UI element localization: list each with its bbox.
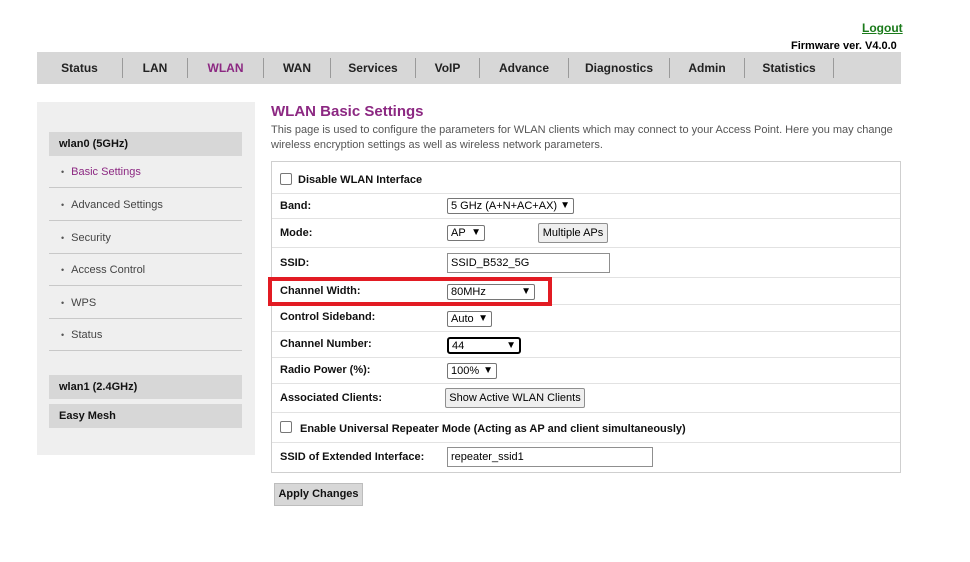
control-sideband-value: Auto bbox=[451, 313, 474, 325]
tab-voip[interactable]: VoIP bbox=[416, 52, 479, 84]
band-value: 5 GHz (A+N+AC+AX) bbox=[451, 200, 558, 212]
radio-power-select[interactable]: 100% ▼ bbox=[447, 363, 497, 379]
tab-diagnostics[interactable]: Diagnostics bbox=[569, 52, 669, 84]
disable-wlan-label: Disable WLAN Interface bbox=[298, 174, 423, 186]
sidebar-item-basic-settings[interactable]: • Basic Settings bbox=[49, 156, 242, 188]
tab-advance[interactable]: Advance bbox=[480, 52, 568, 84]
band-row: Band: 5 GHz (A+N+AC+AX) ▼ bbox=[272, 194, 900, 219]
firmware-version: Firmware ver. V4.0.0 bbox=[791, 40, 897, 52]
tab-status[interactable]: Status bbox=[37, 52, 122, 84]
show-active-clients-button[interactable]: Show Active WLAN Clients bbox=[445, 388, 585, 408]
bullet-icon: • bbox=[61, 330, 65, 340]
sidebar-group-wlan1[interactable]: wlan1 (2.4GHz) bbox=[49, 375, 242, 399]
multiple-aps-button[interactable]: Multiple APs bbox=[538, 223, 608, 243]
control-sideband-select[interactable]: Auto ▼ bbox=[447, 311, 492, 327]
channel-width-select[interactable]: 80MHz ▼ bbox=[447, 284, 535, 300]
ssid-extended-input[interactable]: repeater_ssid1 bbox=[447, 447, 653, 467]
chevron-down-icon: ▼ bbox=[521, 286, 531, 297]
radio-power-row: Radio Power (%): 100% ▼ bbox=[272, 358, 900, 384]
sidebar-group-easy-mesh[interactable]: Easy Mesh bbox=[49, 404, 242, 428]
ssid-label: SSID: bbox=[280, 257, 310, 269]
apply-changes-button[interactable]: Apply Changes bbox=[274, 483, 363, 506]
band-label: Band: bbox=[280, 200, 312, 212]
sidebar-group-wlan0[interactable]: wlan0 (5GHz) bbox=[49, 132, 242, 156]
bullet-icon: • bbox=[61, 298, 65, 308]
chevron-down-icon: ▼ bbox=[483, 365, 493, 376]
sidebar-item-security[interactable]: • Security bbox=[49, 222, 242, 254]
sidebar-item-advanced-settings[interactable]: • Advanced Settings bbox=[49, 189, 242, 221]
sidebar: wlan0 (5GHz) • Basic Settings • Advanced S… bbox=[37, 102, 255, 455]
channel-number-label: Channel Number: bbox=[280, 338, 372, 350]
sidebar-item-wps[interactable]: • WPS bbox=[49, 287, 242, 319]
sidebar-item-label: Advanced Settings bbox=[71, 199, 163, 211]
associated-clients-row: Associated Clients: Show Active WLAN Cli… bbox=[272, 384, 900, 413]
sidebar-item-label: Status bbox=[71, 329, 103, 341]
tab-lan[interactable]: LAN bbox=[123, 52, 187, 84]
bullet-icon: • bbox=[61, 200, 65, 210]
chevron-down-icon: ▼ bbox=[478, 313, 488, 324]
sidebar-item-label: WPS bbox=[71, 297, 97, 309]
ssid-row: SSID: SSID_B532_5G bbox=[272, 248, 900, 278]
mode-value: AP bbox=[451, 227, 466, 239]
bullet-icon: • bbox=[61, 167, 65, 177]
bullet-icon: • bbox=[61, 265, 65, 275]
settings-form: Disable WLAN Interface Band: 5 GHz (A+N+… bbox=[271, 161, 901, 473]
sidebar-item-label: Access Control bbox=[71, 264, 146, 276]
associated-clients-label: Associated Clients: bbox=[280, 392, 383, 404]
sidebar-item-label: Basic Settings bbox=[71, 166, 141, 178]
disable-wlan-checkbox[interactable] bbox=[280, 173, 292, 185]
tab-statistics[interactable]: Statistics bbox=[745, 52, 833, 84]
mode-label: Mode: bbox=[280, 227, 313, 239]
disable-wlan-row: Disable WLAN Interface bbox=[272, 162, 900, 194]
ssid-extended-label: SSID of Extended Interface: bbox=[280, 451, 425, 463]
channel-number-row: Channel Number: 44 ▼ bbox=[272, 332, 900, 358]
logout-link[interactable]: Logout bbox=[862, 21, 903, 35]
control-sideband-label: Control Sideband: bbox=[280, 311, 376, 323]
tab-admin[interactable]: Admin bbox=[670, 52, 744, 84]
sidebar-item-access-control[interactable]: • Access Control bbox=[49, 254, 242, 286]
control-sideband-row: Control Sideband: Auto ▼ bbox=[272, 305, 900, 332]
page-title: WLAN Basic Settings bbox=[271, 103, 424, 120]
tab-wlan[interactable]: WLAN bbox=[188, 52, 263, 84]
bullet-icon: • bbox=[61, 233, 65, 243]
repeater-label: Enable Universal Repeater Mode (Acting a… bbox=[300, 423, 686, 435]
chevron-down-icon: ▼ bbox=[560, 200, 570, 211]
band-select[interactable]: 5 GHz (A+N+AC+AX) ▼ bbox=[447, 198, 574, 214]
page-description: This page is used to configure the param… bbox=[271, 124, 893, 151]
channel-width-label: Channel Width: bbox=[280, 285, 361, 297]
ssid-extended-row: SSID of Extended Interface: repeater_ssi… bbox=[272, 443, 900, 472]
channel-number-select[interactable]: 44 ▼ bbox=[447, 337, 521, 354]
radio-power-label: Radio Power (%): bbox=[280, 364, 371, 376]
mode-select[interactable]: AP ▼ bbox=[447, 225, 485, 241]
tab-wan[interactable]: WAN bbox=[264, 52, 330, 84]
chevron-down-icon: ▼ bbox=[471, 227, 481, 238]
nav-divider bbox=[833, 58, 834, 78]
channel-width-value: 80MHz bbox=[451, 286, 486, 298]
repeater-row: Enable Universal Repeater Mode (Acting a… bbox=[272, 413, 900, 443]
top-nav: Status LAN WLAN WAN Services VoIP Advanc… bbox=[37, 52, 901, 84]
mode-row: Mode: AP ▼ Multiple APs bbox=[272, 219, 900, 248]
tab-services[interactable]: Services bbox=[331, 52, 415, 84]
sidebar-item-label: Security bbox=[71, 232, 111, 244]
ssid-input[interactable]: SSID_B532_5G bbox=[447, 253, 610, 273]
repeater-checkbox[interactable] bbox=[280, 421, 292, 433]
chevron-down-icon: ▼ bbox=[506, 340, 516, 351]
channel-number-value: 44 bbox=[452, 340, 465, 352]
radio-power-value: 100% bbox=[451, 365, 480, 377]
sidebar-item-status[interactable]: • Status bbox=[49, 319, 242, 351]
channel-width-row: Channel Width: 80MHz ▼ bbox=[272, 278, 900, 305]
